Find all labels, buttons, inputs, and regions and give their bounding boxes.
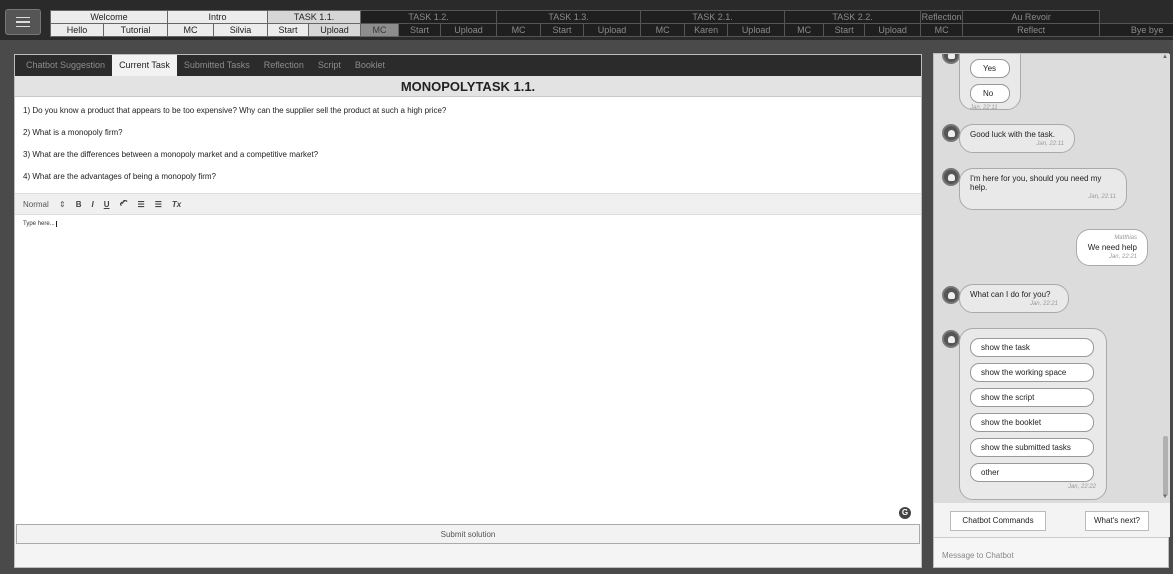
nav-step[interactable]: MC xyxy=(360,23,400,37)
nav-step[interactable]: Start xyxy=(823,23,866,37)
chat-bubble-user: Matthias We need help Jan, 22:21 xyxy=(1076,229,1148,266)
nav-step[interactable]: Reflect xyxy=(962,23,1101,37)
quick-reply-yes[interactable]: Yes xyxy=(970,59,1010,78)
chat-command-row: Chatbot Commands What's next? xyxy=(934,503,1170,537)
option-show-script[interactable]: show the script xyxy=(970,388,1094,407)
chatbot-avatar-icon xyxy=(942,54,960,64)
chat-panel: Yes No Jan, 22:11 Good luck with the tas… xyxy=(933,53,1170,568)
nav-step[interactable]: Start xyxy=(398,23,442,37)
hamburger-menu-icon[interactable] xyxy=(5,9,41,35)
question-1: 1) Do you know a product that appears to… xyxy=(23,106,447,115)
chat-bubble-bot: I'm here for you, should you need my hel… xyxy=(959,168,1127,210)
quick-reply-no[interactable]: No xyxy=(970,84,1010,103)
grammarly-icon[interactable]: G xyxy=(899,507,911,519)
option-show-working-space[interactable]: show the working space xyxy=(970,363,1094,382)
scroll-up-arrow-icon[interactable]: ▲ xyxy=(1162,54,1168,60)
nav-step[interactable]: Start xyxy=(267,23,310,37)
nav-section-au-revoir[interactable]: Au Revoir xyxy=(962,10,1101,24)
nav-section-reflection[interactable]: Reflection xyxy=(920,10,964,24)
nav-steps-row: Hello Tutorial MC Silvia Start Upload MC Sta… xyxy=(50,23,1173,37)
chatbot-avatar-icon xyxy=(942,330,960,348)
bold-icon[interactable]: B xyxy=(76,200,82,209)
nav-step[interactable]: Silvia xyxy=(213,23,269,37)
bullet-list-icon[interactable]: ☰ xyxy=(155,200,162,209)
format-select[interactable]: Normal ⇕ xyxy=(23,200,66,209)
option-show-task[interactable]: show the task xyxy=(970,338,1094,357)
message-sender: Matthias xyxy=(1114,235,1137,241)
message-time: Jan, 22:11 xyxy=(1036,141,1064,147)
whats-next-button[interactable]: What's next? xyxy=(1085,511,1149,531)
chatbot-avatar-icon xyxy=(942,124,960,142)
chat-bubble-bot: What can I do for you? Jan, 22:21 xyxy=(959,284,1069,313)
message-time: Jan, 22:11 xyxy=(970,105,998,111)
nav-section-task-2-2[interactable]: TASK 2.2. xyxy=(784,10,922,24)
nav-step[interactable]: Start xyxy=(540,23,585,37)
question-3: 3) What are the differences between a mo… xyxy=(23,150,319,159)
tab-reflection[interactable]: Reflection xyxy=(257,55,311,76)
option-show-submitted-tasks[interactable]: show the submitted tasks xyxy=(970,438,1094,457)
nav-step[interactable]: Tutorial xyxy=(102,23,169,37)
nav-step[interactable]: MC xyxy=(784,23,825,37)
chat-scrollbar[interactable] xyxy=(1163,436,1168,496)
chat-bubble-options: show the task show the working space sho… xyxy=(959,328,1107,500)
message-time: Jan, 22:21 xyxy=(1029,301,1058,307)
nav-step[interactable]: Upload xyxy=(440,23,498,37)
chat-message-input[interactable]: Message to Chatbot xyxy=(934,537,1168,567)
tab-script[interactable]: Script xyxy=(311,55,348,76)
chat-bubble-bot: Good luck with the task. Jan, 22:11 xyxy=(959,124,1075,153)
question-2: 2) What is a monopoly firm? xyxy=(23,128,123,137)
nav-step[interactable]: Upload xyxy=(583,23,642,37)
nav-section-task-1-1[interactable]: TASK 1.1. xyxy=(267,10,362,24)
editor-toolbar: Normal ⇕ B I U ☰ ☰ Tx xyxy=(15,193,921,215)
nav-section-task-2-1[interactable]: TASK 2.1. xyxy=(640,10,786,24)
message-time: Jan, 22:22 xyxy=(1067,484,1096,490)
task-panel: Chatbot Suggestion Current Task Submitte… xyxy=(14,54,922,568)
chatbot-commands-button[interactable]: Chatbot Commands xyxy=(950,511,1046,531)
nav-step[interactable]: Karen xyxy=(684,23,729,37)
course-navigation-table: Welcome Intro TASK 1.1. TASK 1.2. TASK 1… xyxy=(49,10,1173,37)
tab-current-task[interactable]: Current Task xyxy=(112,55,177,76)
editor-placeholder: Type here... xyxy=(23,221,55,227)
nav-step[interactable]: Upload xyxy=(727,23,786,37)
ordered-list-icon[interactable]: ☰ xyxy=(138,200,145,209)
nav-step[interactable]: MC xyxy=(920,23,964,37)
option-other[interactable]: other xyxy=(970,463,1094,482)
answer-editor[interactable]: Type here... G xyxy=(15,215,921,524)
message-time: Jan, 22:21 xyxy=(1108,254,1137,260)
top-navigation: Welcome Intro TASK 1.1. TASK 1.2. TASK 1… xyxy=(0,0,1173,40)
nav-step[interactable]: Upload xyxy=(864,23,922,37)
chat-messages[interactable]: Yes No Jan, 22:11 Good luck with the tas… xyxy=(934,54,1170,503)
message-time: Jan, 22:11 xyxy=(1088,194,1116,200)
task-questions: 1) Do you know a product that appears to… xyxy=(15,97,921,193)
chatbot-avatar-icon xyxy=(942,168,960,186)
nav-section-task-1-2[interactable]: TASK 1.2. xyxy=(360,10,498,24)
tab-submitted-tasks[interactable]: Submitted Tasks xyxy=(177,55,257,76)
nav-section-intro[interactable]: Intro xyxy=(167,10,269,24)
tab-booklet[interactable]: Booklet xyxy=(348,55,392,76)
option-show-booklet[interactable]: show the booklet xyxy=(970,413,1094,432)
panel-tabs: Chatbot Suggestion Current Task Submitte… xyxy=(15,55,921,76)
nav-step[interactable]: Hello xyxy=(50,23,104,37)
clear-format-icon[interactable]: Tx xyxy=(172,200,181,209)
nav-step[interactable]: MC xyxy=(496,23,542,37)
question-4: 4) What are the advantages of being a mo… xyxy=(23,172,216,181)
nav-step[interactable]: MC xyxy=(167,23,215,37)
italic-icon[interactable]: I xyxy=(92,200,94,209)
underline-icon[interactable]: U xyxy=(104,200,110,209)
link-icon[interactable] xyxy=(119,199,128,209)
nav-section-task-1-3[interactable]: TASK 1.3. xyxy=(496,10,642,24)
nav-step[interactable]: MC xyxy=(640,23,686,37)
tab-chatbot-suggestion[interactable]: Chatbot Suggestion xyxy=(19,55,112,76)
nav-step[interactable]: Bye bye xyxy=(1099,23,1173,37)
task-title: MONOPOLYTASK 1.1. xyxy=(15,76,921,97)
submit-solution-button[interactable]: Submit solution xyxy=(16,524,920,544)
nav-step[interactable]: Upload xyxy=(308,23,362,37)
chatbot-avatar-icon xyxy=(942,286,960,304)
nav-sections-row: Welcome Intro TASK 1.1. TASK 1.2. TASK 1… xyxy=(49,10,1173,24)
chat-bubble-quick-replies: Yes No Jan, 22:11 xyxy=(959,54,1021,111)
nav-section-welcome[interactable]: Welcome xyxy=(49,10,169,24)
scroll-down-arrow-icon[interactable]: ▼ xyxy=(1162,494,1168,500)
